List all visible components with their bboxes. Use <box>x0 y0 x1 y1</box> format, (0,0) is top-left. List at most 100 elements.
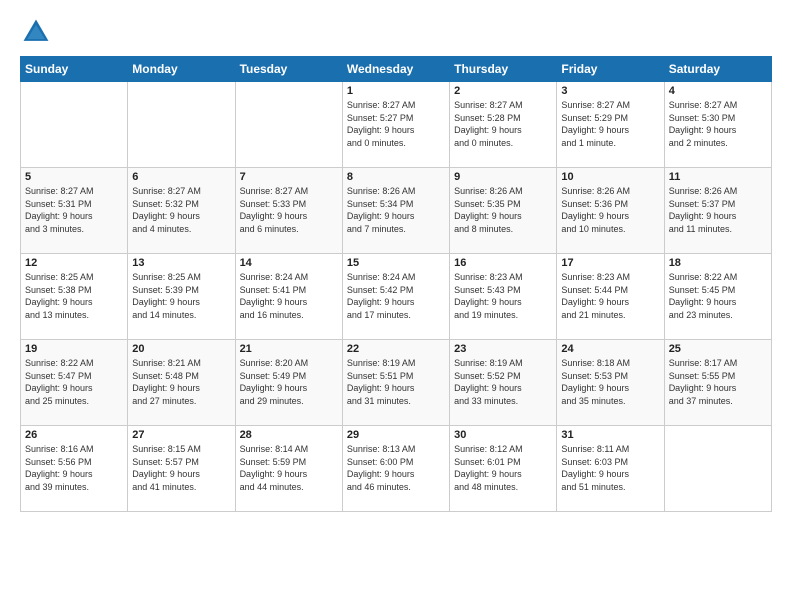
day-cell: 16 Sunrise: 8:23 AM Sunset: 5:43 PM Dayli… <box>450 254 557 340</box>
day-cell: 21 Sunrise: 8:20 AM Sunset: 5:49 PM Dayli… <box>235 340 342 426</box>
day-cell <box>235 82 342 168</box>
day-info: Sunrise: 8:24 AM Sunset: 5:42 PM Dayligh… <box>347 271 445 321</box>
day-number: 12 <box>25 257 123 269</box>
day-number: 22 <box>347 343 445 355</box>
weekday-header-monday: Monday <box>128 57 235 82</box>
week-row-0: 1 Sunrise: 8:27 AM Sunset: 5:27 PM Daylig… <box>21 82 772 168</box>
day-info: Sunrise: 8:23 AM Sunset: 5:43 PM Dayligh… <box>454 271 552 321</box>
day-cell: 30 Sunrise: 8:12 AM Sunset: 6:01 PM Dayli… <box>450 426 557 512</box>
day-info: Sunrise: 8:22 AM Sunset: 5:45 PM Dayligh… <box>669 271 767 321</box>
day-cell: 23 Sunrise: 8:19 AM Sunset: 5:52 PM Dayli… <box>450 340 557 426</box>
day-info: Sunrise: 8:13 AM Sunset: 6:00 PM Dayligh… <box>347 443 445 493</box>
day-number: 7 <box>240 171 338 183</box>
day-info: Sunrise: 8:27 AM Sunset: 5:28 PM Dayligh… <box>454 99 552 149</box>
day-cell: 7 Sunrise: 8:27 AM Sunset: 5:33 PM Daylig… <box>235 168 342 254</box>
day-number: 6 <box>132 171 230 183</box>
day-info: Sunrise: 8:21 AM Sunset: 5:48 PM Dayligh… <box>132 357 230 407</box>
day-cell: 26 Sunrise: 8:16 AM Sunset: 5:56 PM Dayli… <box>21 426 128 512</box>
day-cell: 29 Sunrise: 8:13 AM Sunset: 6:00 PM Dayli… <box>342 426 449 512</box>
day-number: 5 <box>25 171 123 183</box>
day-info: Sunrise: 8:11 AM Sunset: 6:03 PM Dayligh… <box>561 443 659 493</box>
week-row-4: 26 Sunrise: 8:16 AM Sunset: 5:56 PM Dayli… <box>21 426 772 512</box>
day-info: Sunrise: 8:14 AM Sunset: 5:59 PM Dayligh… <box>240 443 338 493</box>
day-cell: 17 Sunrise: 8:23 AM Sunset: 5:44 PM Dayli… <box>557 254 664 340</box>
day-cell: 18 Sunrise: 8:22 AM Sunset: 5:45 PM Dayli… <box>664 254 771 340</box>
day-cell: 22 Sunrise: 8:19 AM Sunset: 5:51 PM Dayli… <box>342 340 449 426</box>
day-number: 1 <box>347 85 445 97</box>
calendar-header: SundayMondayTuesdayWednesdayThursdayFrid… <box>21 57 772 82</box>
day-info: Sunrise: 8:25 AM Sunset: 5:39 PM Dayligh… <box>132 271 230 321</box>
day-number: 17 <box>561 257 659 269</box>
weekday-row: SundayMondayTuesdayWednesdayThursdayFrid… <box>21 57 772 82</box>
logo <box>20 16 58 48</box>
week-row-3: 19Sunrise: 8:22 AM Sunset: 5:47 PM Dayli… <box>21 340 772 426</box>
day-number: 9 <box>454 171 552 183</box>
day-info: Sunrise: 8:26 AM Sunset: 5:36 PM Dayligh… <box>561 185 659 235</box>
day-number: 23 <box>454 343 552 355</box>
day-cell: 6 Sunrise: 8:27 AM Sunset: 5:32 PM Daylig… <box>128 168 235 254</box>
day-info: Sunrise: 8:24 AM Sunset: 5:41 PM Dayligh… <box>240 271 338 321</box>
day-cell: 3 Sunrise: 8:27 AM Sunset: 5:29 PM Daylig… <box>557 82 664 168</box>
day-number: 13 <box>132 257 230 269</box>
calendar-body: 1 Sunrise: 8:27 AM Sunset: 5:27 PM Daylig… <box>21 82 772 512</box>
day-number: 16 <box>454 257 552 269</box>
day-cell: 4 Sunrise: 8:27 AM Sunset: 5:30 PM Daylig… <box>664 82 771 168</box>
day-cell: 27Sunrise: 8:15 AM Sunset: 5:57 PM Dayli… <box>128 426 235 512</box>
day-info: Sunrise: 8:17 AM Sunset: 5:55 PM Dayligh… <box>669 357 767 407</box>
day-info: Sunrise: 8:27 AM Sunset: 5:30 PM Dayligh… <box>669 99 767 149</box>
day-cell: 25 Sunrise: 8:17 AM Sunset: 5:55 PM Dayli… <box>664 340 771 426</box>
day-number: 11 <box>669 171 767 183</box>
weekday-header-friday: Friday <box>557 57 664 82</box>
day-cell: 15 Sunrise: 8:24 AM Sunset: 5:42 PM Dayli… <box>342 254 449 340</box>
day-cell: 11 Sunrise: 8:26 AM Sunset: 5:37 PM Dayli… <box>664 168 771 254</box>
logo-icon <box>20 16 52 48</box>
day-info: Sunrise: 8:27 AM Sunset: 5:29 PM Dayligh… <box>561 99 659 149</box>
weekday-header-wednesday: Wednesday <box>342 57 449 82</box>
day-info: Sunrise: 8:15 AM Sunset: 5:57 PM Dayligh… <box>132 443 230 493</box>
day-cell <box>21 82 128 168</box>
day-cell: 31 Sunrise: 8:11 AM Sunset: 6:03 PM Dayli… <box>557 426 664 512</box>
weekday-header-tuesday: Tuesday <box>235 57 342 82</box>
day-number: 15 <box>347 257 445 269</box>
day-number: 25 <box>669 343 767 355</box>
day-cell: 10 Sunrise: 8:26 AM Sunset: 5:36 PM Dayli… <box>557 168 664 254</box>
day-info: Sunrise: 8:16 AM Sunset: 5:56 PM Dayligh… <box>25 443 123 493</box>
day-number: 31 <box>561 429 659 441</box>
day-number: 10 <box>561 171 659 183</box>
day-number: 18 <box>669 257 767 269</box>
day-info: Sunrise: 8:19 AM Sunset: 5:52 PM Dayligh… <box>454 357 552 407</box>
week-row-1: 5 Sunrise: 8:27 AM Sunset: 5:31 PM Daylig… <box>21 168 772 254</box>
day-info: Sunrise: 8:27 AM Sunset: 5:27 PM Dayligh… <box>347 99 445 149</box>
day-number: 24 <box>561 343 659 355</box>
header <box>20 16 772 48</box>
day-number: 3 <box>561 85 659 97</box>
day-cell: 14 Sunrise: 8:24 AM Sunset: 5:41 PM Dayli… <box>235 254 342 340</box>
day-number: 21 <box>240 343 338 355</box>
day-number: 26 <box>25 429 123 441</box>
day-number: 29 <box>347 429 445 441</box>
day-info: Sunrise: 8:20 AM Sunset: 5:49 PM Dayligh… <box>240 357 338 407</box>
day-cell: 24Sunrise: 8:18 AM Sunset: 5:53 PM Dayli… <box>557 340 664 426</box>
day-number: 4 <box>669 85 767 97</box>
day-cell: 2 Sunrise: 8:27 AM Sunset: 5:28 PM Daylig… <box>450 82 557 168</box>
day-cell: 5 Sunrise: 8:27 AM Sunset: 5:31 PM Daylig… <box>21 168 128 254</box>
day-info: Sunrise: 8:27 AM Sunset: 5:31 PM Dayligh… <box>25 185 123 235</box>
day-cell: 8Sunrise: 8:26 AM Sunset: 5:34 PM Daylig… <box>342 168 449 254</box>
weekday-header-thursday: Thursday <box>450 57 557 82</box>
calendar: SundayMondayTuesdayWednesdayThursdayFrid… <box>20 56 772 512</box>
day-number: 20 <box>132 343 230 355</box>
day-info: Sunrise: 8:23 AM Sunset: 5:44 PM Dayligh… <box>561 271 659 321</box>
day-number: 28 <box>240 429 338 441</box>
day-cell: 19Sunrise: 8:22 AM Sunset: 5:47 PM Dayli… <box>21 340 128 426</box>
day-number: 2 <box>454 85 552 97</box>
day-info: Sunrise: 8:26 AM Sunset: 5:35 PM Dayligh… <box>454 185 552 235</box>
day-number: 30 <box>454 429 552 441</box>
weekday-header-saturday: Saturday <box>664 57 771 82</box>
day-number: 14 <box>240 257 338 269</box>
day-info: Sunrise: 8:27 AM Sunset: 5:32 PM Dayligh… <box>132 185 230 235</box>
day-info: Sunrise: 8:27 AM Sunset: 5:33 PM Dayligh… <box>240 185 338 235</box>
weekday-header-sunday: Sunday <box>21 57 128 82</box>
day-info: Sunrise: 8:26 AM Sunset: 5:37 PM Dayligh… <box>669 185 767 235</box>
day-info: Sunrise: 8:19 AM Sunset: 5:51 PM Dayligh… <box>347 357 445 407</box>
day-info: Sunrise: 8:12 AM Sunset: 6:01 PM Dayligh… <box>454 443 552 493</box>
